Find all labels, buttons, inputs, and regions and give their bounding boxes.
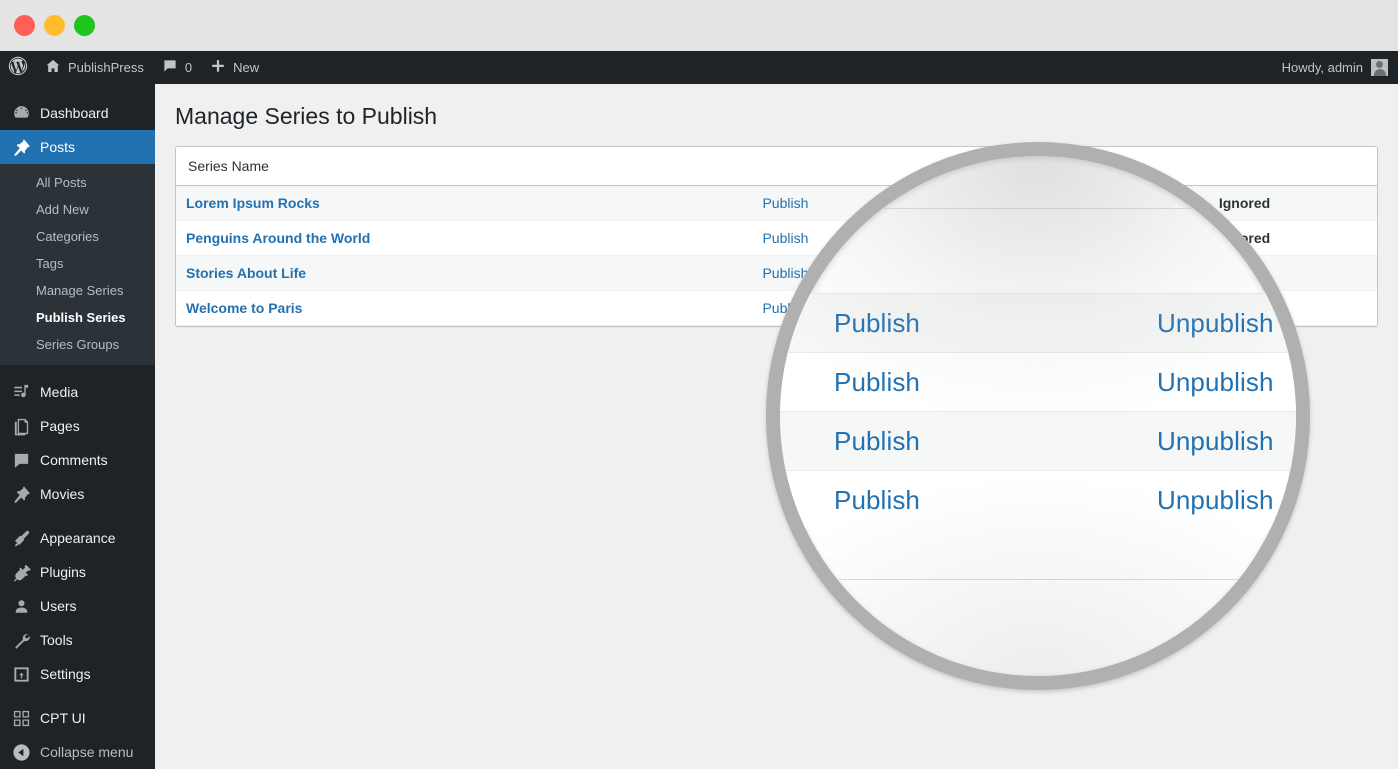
sidebar-item-appearance[interactable]: Appearance bbox=[0, 521, 155, 555]
series-name-link[interactable]: Stories About Life bbox=[186, 265, 306, 281]
magnifier-lens: Publish Unpublish Publish Unpublish Publ… bbox=[780, 156, 1296, 676]
greeting-label: Howdy, admin bbox=[1281, 60, 1363, 75]
sidebar-item-label: Dashboard bbox=[40, 105, 109, 121]
magnified-unpublish-link[interactable]: Unpublish bbox=[1157, 308, 1274, 339]
magnified-publish-link[interactable]: Publish bbox=[834, 485, 920, 516]
sidebar-item-posts[interactable]: Posts bbox=[0, 130, 163, 164]
magnified-unpublish-link[interactable]: Unpublish bbox=[1157, 367, 1274, 398]
sidebar-item-label: Posts bbox=[40, 139, 76, 155]
sidebar-item-users[interactable]: Users bbox=[0, 589, 155, 623]
sidebar-subitem-all-posts[interactable]: All Posts bbox=[0, 169, 155, 196]
sidebar-item-dashboard[interactable]: Dashboard bbox=[0, 96, 155, 130]
sidebar-item-label: Plugins bbox=[40, 564, 86, 580]
sidebar-item-plugins[interactable]: Plugins bbox=[0, 555, 155, 589]
cpt-ui-icon bbox=[11, 708, 31, 728]
wrench-icon bbox=[11, 630, 31, 650]
paintbrush-icon bbox=[11, 528, 31, 548]
sidebar-subitem-categories[interactable]: Categories bbox=[0, 223, 155, 250]
traffic-lights bbox=[14, 15, 95, 36]
avatar-icon bbox=[1371, 59, 1388, 76]
magnified-unpublish-link[interactable]: Unpublish bbox=[1157, 485, 1274, 516]
magnified-rule-bottom bbox=[780, 579, 1296, 580]
sidebar-item-label: Media bbox=[40, 384, 79, 400]
comment-bubble-icon bbox=[162, 58, 178, 77]
magnified-rule-top bbox=[780, 208, 1296, 209]
user-icon bbox=[11, 596, 31, 616]
menu-separator bbox=[0, 365, 155, 375]
wordpress-logo-button[interactable] bbox=[0, 51, 36, 84]
sidebar-item-label: Tools bbox=[40, 632, 73, 648]
sidebar-item-label: CPT UI bbox=[40, 710, 86, 726]
sidebar-item-label: Pages bbox=[40, 418, 80, 434]
sidebar-item-label: Users bbox=[40, 598, 77, 614]
series-name-link[interactable]: Lorem Ipsum Rocks bbox=[186, 195, 320, 211]
series-name-link[interactable]: Penguins Around the World bbox=[186, 230, 370, 246]
magnified-publish-link[interactable]: Publish bbox=[834, 426, 920, 457]
comments-count: 0 bbox=[184, 60, 193, 75]
magnified-unpublish-link[interactable]: Unpublish bbox=[1157, 426, 1274, 457]
dashboard-icon bbox=[11, 103, 31, 123]
sidebar-item-label: Settings bbox=[40, 666, 91, 682]
comment-bubble-icon bbox=[11, 450, 31, 470]
menu-separator bbox=[0, 511, 155, 521]
sidebar-item-label: Comments bbox=[40, 452, 108, 468]
menu-separator bbox=[0, 691, 155, 701]
page-title: Manage Series to Publish bbox=[175, 103, 438, 129]
sidebar-item-pages[interactable]: Pages bbox=[0, 409, 155, 443]
site-name-button[interactable]: PublishPress bbox=[36, 51, 153, 84]
magnified-table-row: Publish Unpublish bbox=[780, 352, 1296, 411]
minimize-window-button[interactable] bbox=[44, 15, 65, 36]
magnified-table-row: Publish Unpublish bbox=[780, 293, 1296, 352]
plug-icon bbox=[11, 562, 31, 582]
collapse-menu-button[interactable]: Collapse menu bbox=[0, 735, 155, 769]
settings-icon bbox=[11, 664, 31, 684]
cell-series-name: Welcome to Paris bbox=[176, 290, 752, 325]
wordpress-icon bbox=[8, 56, 28, 79]
magnified-publish-link[interactable]: Publish bbox=[834, 308, 920, 339]
sidebar-item-media[interactable]: Media bbox=[0, 375, 155, 409]
magnified-table-row: Publish Unpublish bbox=[780, 470, 1296, 529]
site-name-label: PublishPress bbox=[68, 60, 144, 75]
pages-icon bbox=[11, 416, 31, 436]
posts-submenu: All Posts Add New Categories Tags Manage… bbox=[0, 164, 155, 365]
sidebar-subitem-add-new[interactable]: Add New bbox=[0, 196, 155, 223]
sidebar-subitem-manage-series[interactable]: Manage Series bbox=[0, 277, 155, 304]
cell-series-name: Stories About Life bbox=[176, 255, 752, 290]
magnified-table-row: Publish Unpublish bbox=[780, 411, 1296, 470]
window-titlebar bbox=[0, 0, 1398, 51]
sidebar-item-movies[interactable]: Movies bbox=[0, 477, 155, 511]
series-name-link[interactable]: Welcome to Paris bbox=[186, 300, 302, 316]
sidebar-item-label: Movies bbox=[40, 486, 85, 502]
zoom-window-button[interactable] bbox=[74, 15, 95, 36]
comments-button[interactable]: 0 bbox=[153, 51, 201, 84]
sidebar-item-tools[interactable]: Tools bbox=[0, 623, 155, 657]
column-header-series-name[interactable]: Series Name bbox=[176, 146, 753, 186]
sidebar-item-cpt-ui[interactable]: CPT UI bbox=[0, 701, 155, 735]
media-icon bbox=[11, 382, 31, 402]
sidebar-item-settings[interactable]: Settings bbox=[0, 657, 155, 691]
admin-sidebar-menu: Dashboard Posts All Posts Add New Catego… bbox=[0, 84, 163, 769]
app-root: PublishPress 0 New Howdy, admin Dashboar… bbox=[0, 0, 1398, 769]
sidebar-subitem-publish-series[interactable]: Publish Series bbox=[0, 304, 155, 331]
collapse-arrow-icon bbox=[11, 742, 31, 762]
cell-series-name: Lorem Ipsum Rocks bbox=[176, 185, 752, 220]
collapse-menu-label: Collapse menu bbox=[40, 744, 134, 760]
new-content-button[interactable]: New bbox=[201, 51, 268, 84]
close-window-button[interactable] bbox=[14, 15, 35, 36]
pin-icon bbox=[11, 484, 31, 504]
sidebar-subitem-tags[interactable]: Tags bbox=[0, 250, 155, 277]
magnifier-overlay: Publish Unpublish Publish Unpublish Publ… bbox=[766, 142, 1310, 690]
new-content-label: New bbox=[233, 60, 260, 75]
plus-icon bbox=[210, 58, 226, 77]
pin-icon bbox=[11, 137, 31, 157]
magnified-rows: Publish Unpublish Publish Unpublish Publ… bbox=[780, 156, 1296, 676]
home-icon bbox=[45, 58, 61, 77]
sidebar-subitem-series-groups[interactable]: Series Groups bbox=[0, 331, 155, 358]
account-menu[interactable]: Howdy, admin bbox=[1282, 51, 1398, 84]
wp-admin-bar: PublishPress 0 New Howdy, admin bbox=[0, 51, 1398, 84]
cell-series-name: Penguins Around the World bbox=[176, 220, 752, 255]
sidebar-item-comments[interactable]: Comments bbox=[0, 443, 155, 477]
magnified-publish-link[interactable]: Publish bbox=[834, 367, 920, 398]
sidebar-item-label: Appearance bbox=[40, 530, 116, 546]
